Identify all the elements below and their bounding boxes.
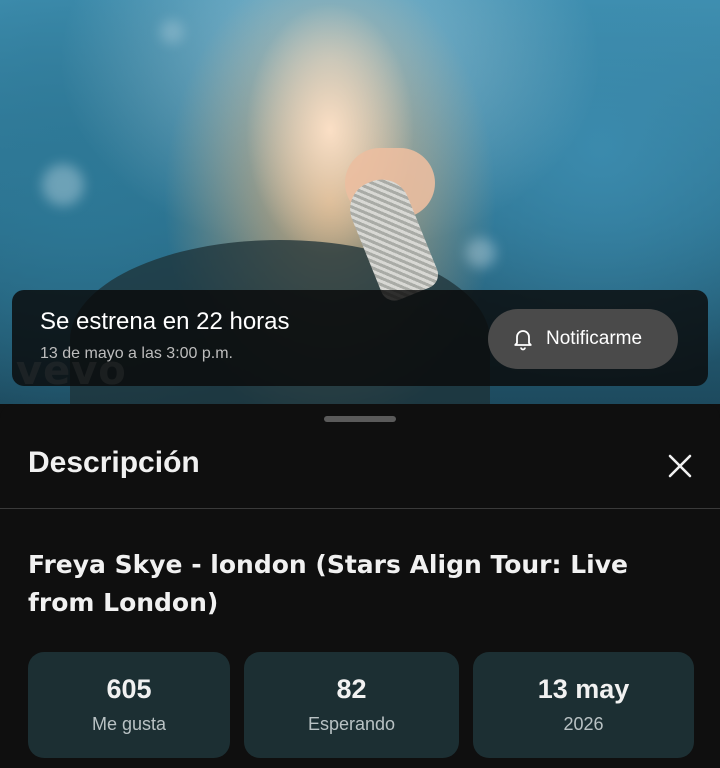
bokeh-light — [160, 20, 184, 44]
premiere-banner: Se estrena en 22 horas 13 de mayo a las … — [12, 290, 708, 386]
video-title: Freya Skye - london (Stars Align Tour: L… — [28, 550, 628, 617]
stat-card-likes: 605 Me gusta — [28, 652, 230, 758]
video-player[interactable]: vevo Se estrena en 22 horas 13 de mayo a… — [0, 0, 720, 404]
stat-value: 605 — [106, 674, 152, 704]
sheet-title: Descripción — [28, 446, 200, 479]
premiere-date: 13 de mayo a las 3:00 p.m. — [40, 345, 233, 362]
close-button[interactable] — [660, 448, 700, 488]
premiere-countdown: Se estrena en 22 horas — [40, 308, 290, 335]
stat-label: Me gusta — [91, 714, 167, 734]
stat-value: 82 — [336, 674, 367, 704]
stat-label: 2026 — [563, 714, 604, 734]
close-icon — [666, 452, 694, 485]
bokeh-light — [466, 238, 496, 268]
stats-row: 605 Me gusta 82 Esperando 13 may 2026 — [28, 652, 694, 760]
bell-icon — [510, 326, 536, 352]
description-sheet: Descripción Freya Skye - london (Stars A… — [0, 404, 720, 768]
sheet-divider — [0, 508, 720, 509]
sheet-drag-handle[interactable] — [324, 416, 396, 422]
stat-card-waiting: 82 Esperando — [244, 652, 459, 758]
stat-card-date: 13 may 2026 — [473, 652, 694, 758]
notify-button-label: Notificarme — [546, 328, 643, 349]
stat-label: Esperando — [307, 714, 396, 734]
stat-value: 13 may — [537, 674, 630, 704]
bokeh-light — [42, 164, 84, 206]
notify-button[interactable]: Notificarme — [488, 309, 678, 369]
